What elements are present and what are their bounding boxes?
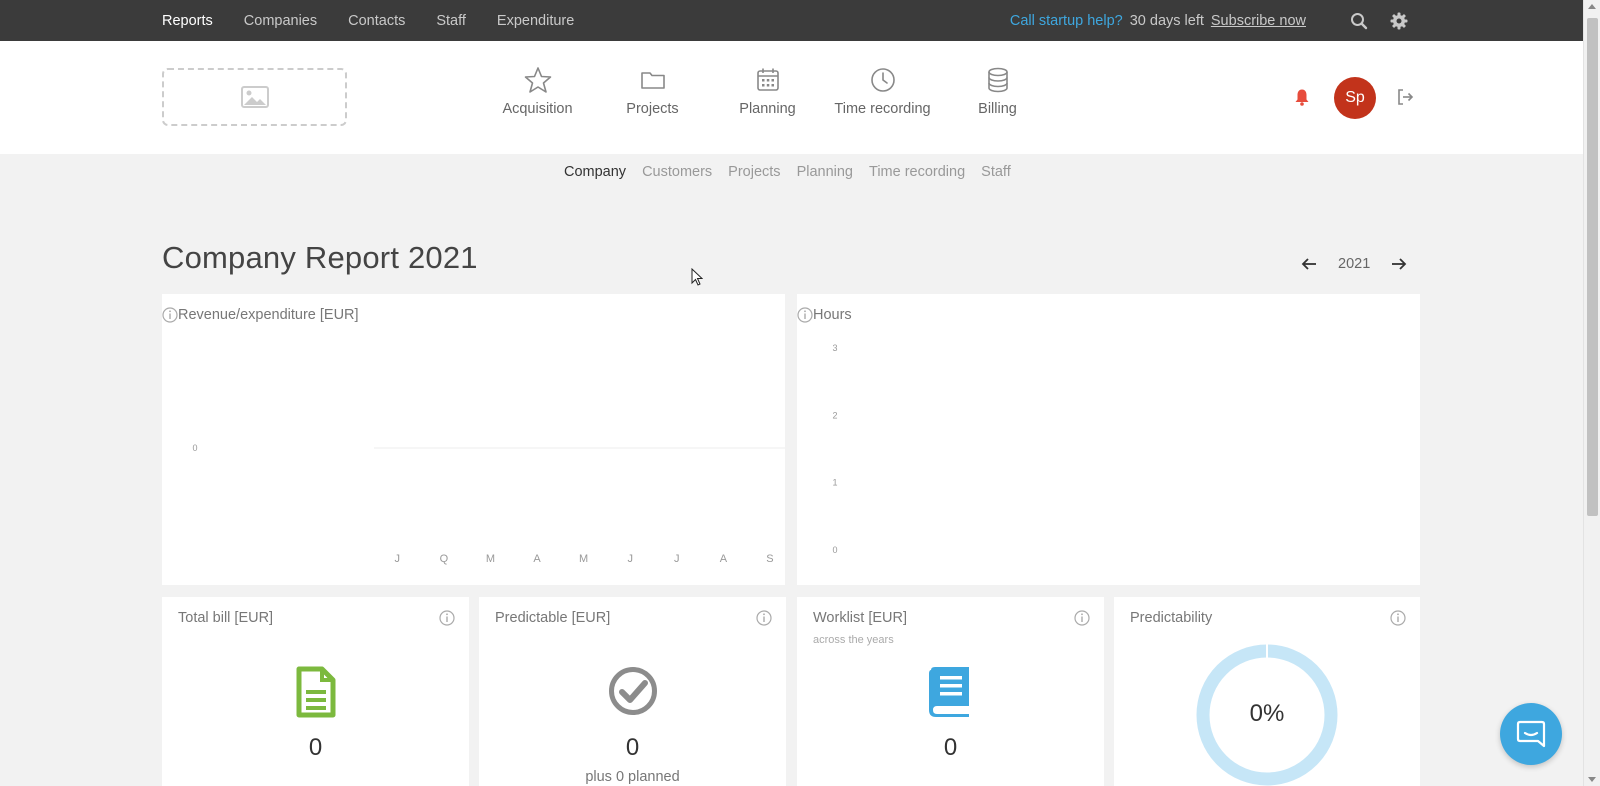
- revenue-expenditure-chart: JQMAMJJASOND0: [192, 443, 785, 565]
- user-avatar[interactable]: Sp: [1334, 77, 1376, 119]
- topnav-staff[interactable]: Staff: [436, 13, 466, 29]
- module-planning-label: Planning: [739, 101, 796, 117]
- hours-title: Hours: [813, 307, 852, 323]
- worklist-value: 0: [943, 734, 958, 761]
- module-projects[interactable]: Projects: [595, 66, 710, 117]
- subnav-planning[interactable]: Planning: [797, 164, 853, 180]
- hours-card: JQMAMJJASOND0123 Hours: [797, 294, 1420, 585]
- info-icon[interactable]: [1390, 610, 1406, 626]
- predictable-title: Predictable [EUR]: [495, 610, 611, 626]
- worklist-title: Worklist [EUR]: [813, 610, 907, 626]
- info-icon[interactable]: [162, 307, 178, 323]
- star-icon: [524, 67, 551, 93]
- info-icon[interactable]: [756, 610, 772, 626]
- bell-icon[interactable]: [1294, 88, 1310, 106]
- hours-chart: JQMAMJJASOND0123: [832, 343, 837, 555]
- module-projects-label: Projects: [626, 101, 679, 117]
- topnav-expenditure[interactable]: Expenditure: [497, 13, 574, 29]
- image-icon: [240, 86, 269, 108]
- arrow-right-icon[interactable]: [1390, 255, 1408, 273]
- predictable-planned-note: plus 0 planned: [585, 769, 680, 785]
- total-bill-card: Total bill [EUR] 0: [162, 597, 469, 786]
- worklist-subtitle: across the years: [813, 634, 894, 646]
- year-navigator: 2021: [1300, 255, 1408, 273]
- search-icon[interactable]: [1350, 12, 1368, 30]
- top-nav: Reports Companies Contacts Staff Expendi…: [162, 0, 605, 41]
- module-billing-label: Billing: [978, 101, 1017, 117]
- y-tick-label: 2: [832, 410, 837, 420]
- topnav-companies[interactable]: Companies: [244, 13, 317, 29]
- arrow-left-icon[interactable]: [1300, 255, 1318, 273]
- mouse-cursor-icon: [691, 268, 703, 286]
- x-tick-label: J: [674, 553, 680, 565]
- module-time-recording-label: Time recording: [834, 101, 931, 117]
- trial-days-left: 30 days left: [1129, 12, 1204, 29]
- top-right-area: Call startup help? 30 days left Subscrib…: [1010, 0, 1408, 41]
- subnav-staff[interactable]: Staff: [981, 164, 1011, 180]
- module-planning[interactable]: Planning: [710, 66, 825, 117]
- info-icon[interactable]: [439, 610, 455, 626]
- scroll-down-arrow-icon[interactable]: [1588, 777, 1596, 782]
- subscribe-link[interactable]: Subscribe now: [1211, 13, 1306, 29]
- report-subnav: Company Customers Projects Planning Time…: [564, 164, 1027, 180]
- predictable-card: Predictable [EUR] 0 plus 0 planned: [479, 597, 786, 786]
- subnav-customers[interactable]: Customers: [642, 164, 712, 180]
- revenue-expenditure-title: Revenue/expenditure [EUR]: [178, 307, 359, 323]
- module-time-recording[interactable]: Time recording: [825, 66, 940, 117]
- top-navigation-bar: Reports Companies Contacts Staff Expendi…: [0, 0, 1583, 41]
- info-icon[interactable]: [1074, 610, 1090, 626]
- scroll-up-arrow-icon[interactable]: [1588, 4, 1596, 9]
- module-acquisition[interactable]: Acquisition: [480, 66, 595, 117]
- predictability-value: 0%: [1249, 700, 1285, 727]
- company-logo-placeholder[interactable]: [162, 68, 347, 126]
- y-tick-label: 3: [832, 343, 837, 353]
- database-icon: [987, 67, 1008, 93]
- chat-icon: [1516, 720, 1546, 748]
- topnav-reports[interactable]: Reports: [162, 13, 213, 29]
- subnav-projects[interactable]: Projects: [728, 164, 780, 180]
- predictable-value: 0: [625, 734, 640, 761]
- x-tick-label: J: [395, 553, 401, 565]
- x-tick-label: A: [533, 553, 541, 565]
- y-tick-label: 1: [832, 478, 837, 488]
- subnav-company[interactable]: Company: [564, 164, 626, 180]
- page-scrollbar[interactable]: [1583, 0, 1600, 786]
- total-bill-title: Total bill [EUR]: [178, 610, 274, 626]
- x-tick-label: M: [486, 553, 495, 565]
- y-tick-label: 0: [192, 443, 197, 453]
- x-tick-label: Q: [440, 553, 449, 565]
- chat-support-button[interactable]: [1500, 703, 1562, 765]
- gear-icon[interactable]: [1390, 12, 1408, 30]
- total-bill-value: 0: [308, 734, 323, 761]
- logout-icon[interactable]: [1396, 88, 1414, 106]
- calendar-icon: [756, 68, 779, 91]
- worklist-card: Worklist [EUR] across the years 0: [797, 597, 1104, 786]
- page-title: Company Report 2021: [162, 240, 478, 275]
- topnav-contacts[interactable]: Contacts: [348, 13, 405, 29]
- scrollbar-thumb[interactable]: [1587, 18, 1598, 516]
- predictability-title: Predictability: [1130, 610, 1213, 626]
- book-icon: [929, 667, 969, 717]
- module-navigation: Acquisition Projects Planning Time recor…: [480, 66, 1055, 117]
- check-circle-icon: [609, 667, 657, 715]
- selected-year: 2021: [1338, 256, 1371, 272]
- module-billing[interactable]: Billing: [940, 66, 1055, 117]
- document-icon: [296, 666, 336, 718]
- x-tick-label: A: [720, 553, 728, 565]
- x-tick-label: M: [579, 553, 588, 565]
- revenue-expenditure-card: JQMAMJJASOND0 Revenue/expenditure [EUR]: [162, 294, 785, 585]
- x-tick-label: J: [627, 553, 633, 565]
- app-header: Acquisition Projects Planning Time recor…: [0, 41, 1583, 154]
- subnav-time-recording[interactable]: Time recording: [869, 164, 965, 180]
- startup-help-link[interactable]: Call startup help?: [1010, 13, 1123, 29]
- predictability-card: Predictability 0%: [1114, 597, 1420, 786]
- x-tick-label: S: [766, 553, 773, 565]
- module-acquisition-label: Acquisition: [502, 101, 573, 117]
- y-tick-label: 0: [832, 545, 837, 555]
- info-icon[interactable]: [797, 307, 813, 323]
- clock-icon: [870, 68, 895, 92]
- folder-icon: [640, 72, 665, 89]
